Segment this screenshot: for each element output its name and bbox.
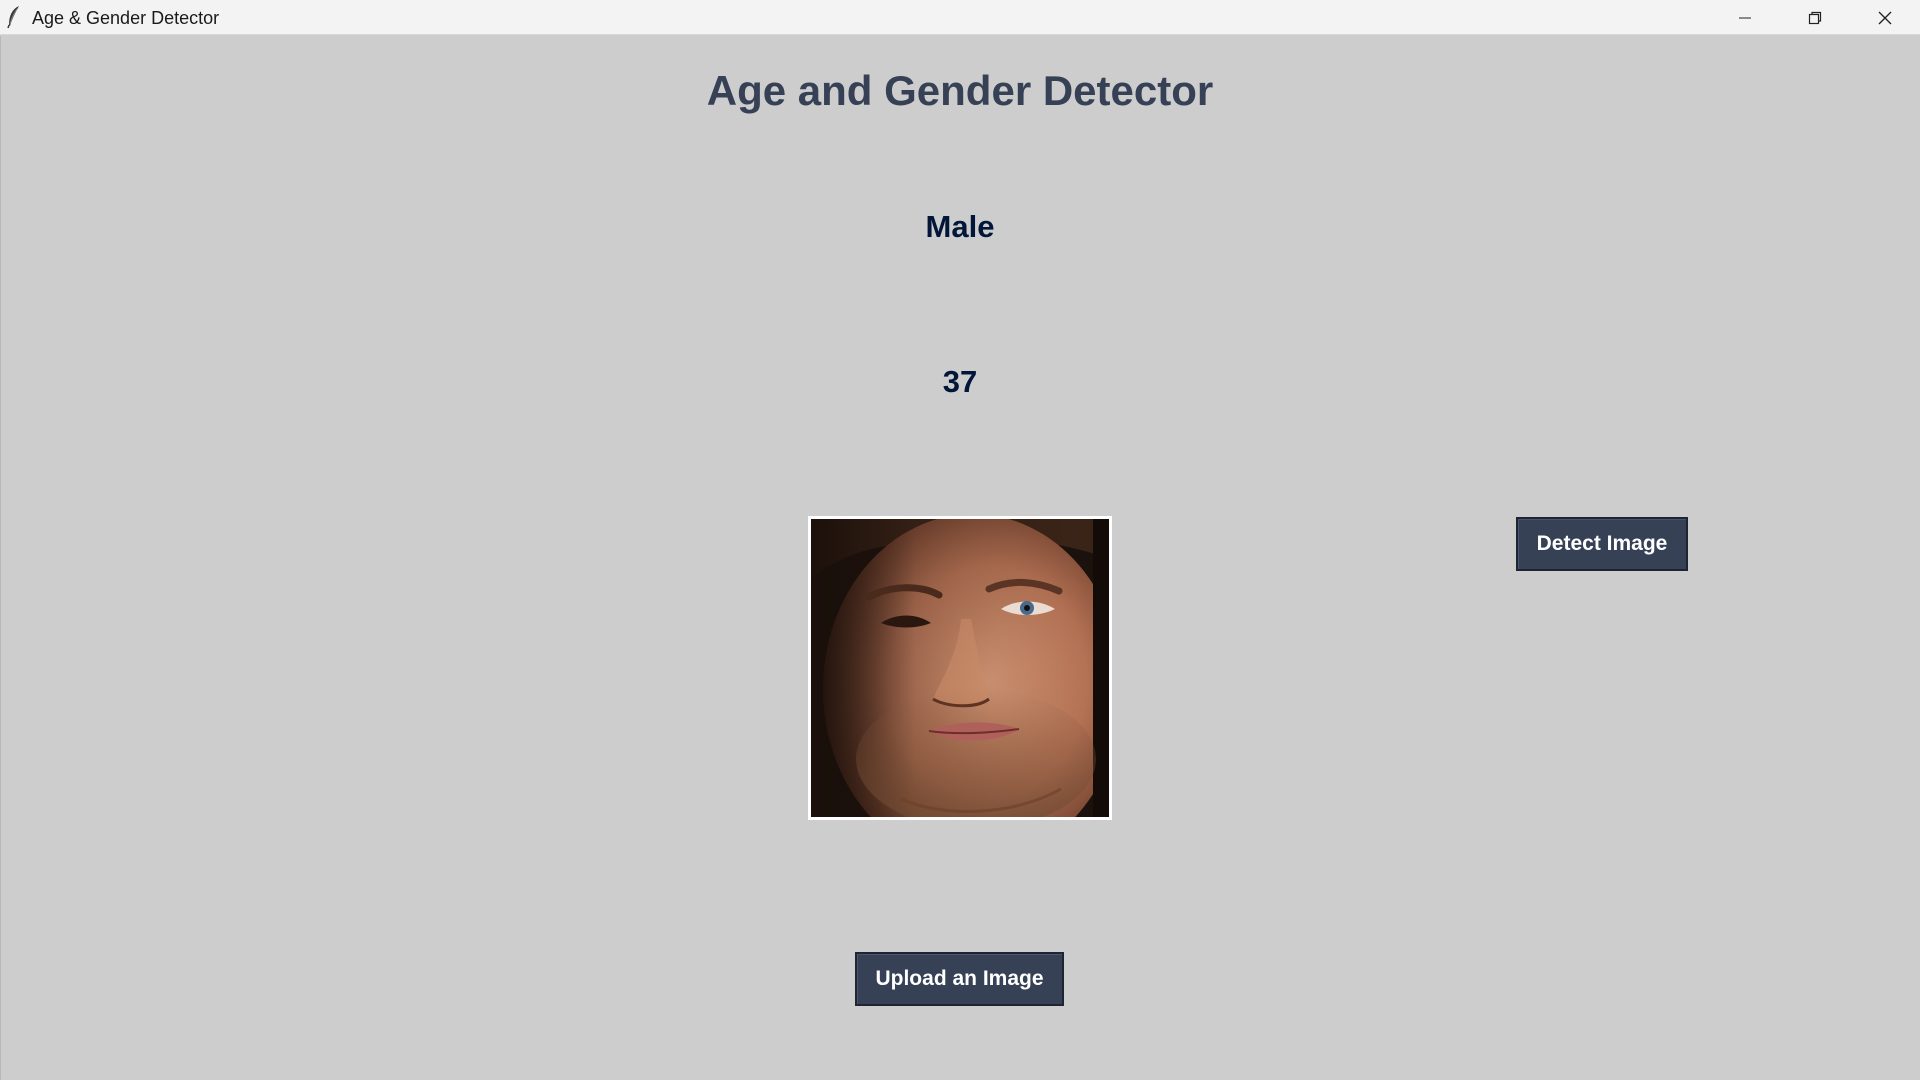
- detect-image-button[interactable]: Detect Image: [1516, 517, 1688, 571]
- gender-result-label: Male: [925, 209, 995, 244]
- close-button[interactable]: [1850, 0, 1920, 35]
- app-heading: Age and Gender Detector: [706, 67, 1214, 114]
- minimize-button[interactable]: [1710, 0, 1780, 35]
- restore-icon: [1807, 10, 1823, 26]
- uploaded-face-photo: [808, 516, 1112, 820]
- age-result-label: 37: [942, 364, 978, 399]
- minimize-icon: [1737, 10, 1753, 26]
- window-title: Age & Gender Detector: [32, 8, 220, 28]
- app-window: Age & Gender Detector Age and Gender Det…: [0, 0, 1920, 1080]
- feather-icon: [6, 5, 22, 29]
- title-bar[interactable]: Age & Gender Detector: [0, 0, 1920, 35]
- close-icon: [1877, 10, 1893, 26]
- upload-image-button[interactable]: Upload an Image: [855, 952, 1064, 1006]
- restore-button[interactable]: [1780, 0, 1850, 35]
